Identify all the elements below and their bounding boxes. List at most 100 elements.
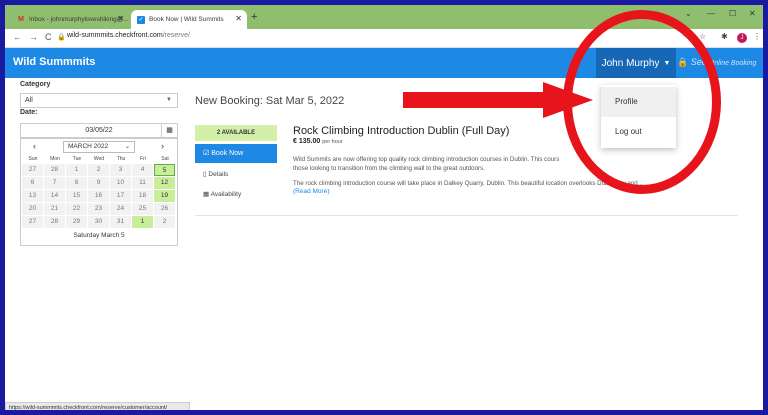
annotation-arrow-shaft [403, 92, 545, 108]
next-month-icon[interactable]: › [161, 141, 164, 151]
back-icon[interactable]: ← [13, 32, 22, 42]
minimize-icon[interactable]: — [707, 9, 715, 18]
date-value: 03/05/22 [85, 127, 113, 134]
calendar-day: 14 [44, 190, 65, 202]
divider [195, 215, 738, 216]
tab-title: Inbox - johnmurphyloveshiking@... [29, 16, 129, 23]
calendar-icon[interactable]: ▦ [161, 124, 177, 137]
calendar-day: 23 [88, 203, 109, 215]
reload-icon[interactable]: C [45, 32, 52, 42]
status-bar-url: https://wild-summmits.checkfront.com/res… [5, 402, 190, 410]
calendar-icon: ▦ [203, 191, 210, 198]
availability-link[interactable]: ▦ Availability [203, 190, 241, 198]
calendar-day: 25 [132, 203, 153, 215]
calendar-day: 13 [22, 190, 43, 202]
weekday-header: Sat [161, 156, 169, 162]
forward-icon[interactable]: → [29, 32, 38, 42]
weekday-header: Wed [93, 156, 105, 162]
close-tab-icon[interactable]: ✕ [235, 14, 242, 23]
calendar-day: 1 [66, 164, 87, 176]
menu-icon[interactable]: ⋮ [753, 32, 761, 41]
weekday-header: Fri [140, 156, 146, 162]
calendar-day[interactable]: 19 [154, 190, 175, 202]
close-window-icon[interactable]: ✕ [749, 9, 756, 18]
calendar-day: 20 [22, 203, 43, 215]
month-value: MARCH 2022 [68, 143, 109, 150]
url-path: /reserve/ [162, 32, 190, 39]
calendar-day: 6 [22, 177, 43, 189]
calendar-day: 7 [44, 177, 65, 189]
availability-badge: 2 AVAILABLE [195, 125, 277, 141]
calendar-day[interactable]: 5 [154, 164, 175, 176]
calendar-day: 8 [66, 177, 87, 189]
calendar-day: 31 [110, 216, 131, 228]
page-title: New Booking: Sat Mar 5, 2022 [195, 95, 345, 107]
calendar-header: ‹ MARCH 2022 ⌄ › [21, 139, 177, 154]
calendar-day[interactable]: 12 [154, 177, 175, 189]
category-value: All [25, 97, 33, 104]
calendar-day: 26 [154, 203, 175, 215]
price-unit: per hour [322, 139, 343, 145]
category-label: Category [20, 81, 51, 88]
lock-icon: 🔒 [57, 34, 66, 41]
calendar-selected-date: Saturday March 5 [73, 232, 125, 239]
calendar-day: 2 [154, 216, 175, 228]
new-tab-icon[interactable]: + [251, 11, 257, 23]
book-now-button[interactable]: ☑ Book Now [195, 144, 277, 163]
extensions-icon[interactable]: ✱ [721, 32, 728, 41]
profile-avatar[interactable]: J [737, 33, 747, 43]
calendar-day: 10 [110, 177, 131, 189]
product-title[interactable]: Rock Climbing Introduction Dublin (Full … [293, 125, 509, 137]
maximize-icon[interactable]: ☐ [729, 9, 736, 18]
tab-book-now[interactable]: ✓ Book Now | Wild Summits ✕ [131, 10, 247, 29]
book-now-label: Book Now [211, 150, 244, 157]
category-select[interactable]: All ▼ [20, 93, 178, 108]
calendar-day: 27 [22, 164, 43, 176]
weekday-header: Sun [28, 156, 38, 162]
prev-month-icon[interactable]: ‹ [33, 141, 36, 151]
calendar-day: 3 [110, 164, 131, 176]
calendar-day: 11 [132, 177, 153, 189]
calendar: ‹ MARCH 2022 ⌄ › Sun Mon Tue Wed Thu Fri Sat 27… [20, 138, 178, 246]
read-more-link[interactable]: (Read More) [293, 188, 329, 195]
close-tab-icon[interactable]: ✕ [117, 14, 124, 23]
date-label: Date: [20, 109, 38, 116]
calendar-day: 21 [44, 203, 65, 215]
details-link[interactable]: ▯ Details [203, 170, 228, 178]
calendar-day: 18 [132, 190, 153, 202]
calendar-day: 27 [22, 216, 43, 228]
product-price: € 135.00 per hour [293, 138, 343, 145]
tab-gmail[interactable]: M Inbox - johnmurphyloveshiking@... ✕ [11, 10, 129, 29]
chevron-down-icon[interactable]: ⌄ [685, 9, 692, 18]
screenshot-frame: M Inbox - johnmurphyloveshiking@... ✕ ✓ … [0, 0, 768, 415]
gmail-icon: M [18, 16, 24, 23]
checkfront-icon: ✓ [137, 15, 145, 24]
price-value: € 135.00 [293, 138, 321, 145]
calendar-day: 24 [110, 203, 131, 215]
tab-title: Book Now | Wild Summits [149, 16, 224, 23]
calendar-day: 17 [110, 190, 131, 202]
annotation-circle [563, 10, 721, 194]
calendar-day: 28 [44, 164, 65, 176]
calendar-day: 4 [132, 164, 153, 176]
calendar-day: 2 [88, 164, 109, 176]
weekday-header: Tue [72, 156, 82, 162]
calendar-day: 29 [66, 216, 87, 228]
brand-title[interactable]: Wild Summmits [13, 56, 95, 68]
checkbox-icon: ☑ [203, 150, 210, 157]
calendar-day: 28 [44, 216, 65, 228]
month-select[interactable]: MARCH 2022 ⌄ [63, 141, 135, 153]
details-label: Details [208, 171, 229, 178]
signin-sub: Online Booking [708, 60, 757, 67]
weekday-header: Thu [116, 156, 126, 162]
document-icon: ▯ [203, 171, 207, 178]
url-field[interactable]: wild-summmits.checkfront.com/reserve/ [67, 32, 190, 39]
date-input[interactable]: 03/05/22 ▦ [20, 123, 178, 138]
calendar-day: 30 [88, 216, 109, 228]
availability-label: Availability [210, 191, 242, 198]
calendar-day[interactable]: 1 [132, 216, 153, 228]
calendar-day: 16 [88, 190, 109, 202]
url-host: wild-summmits.checkfront.com [67, 32, 163, 39]
chevron-down-icon: ⌄ [124, 144, 130, 150]
calendar-day: 9 [88, 177, 109, 189]
